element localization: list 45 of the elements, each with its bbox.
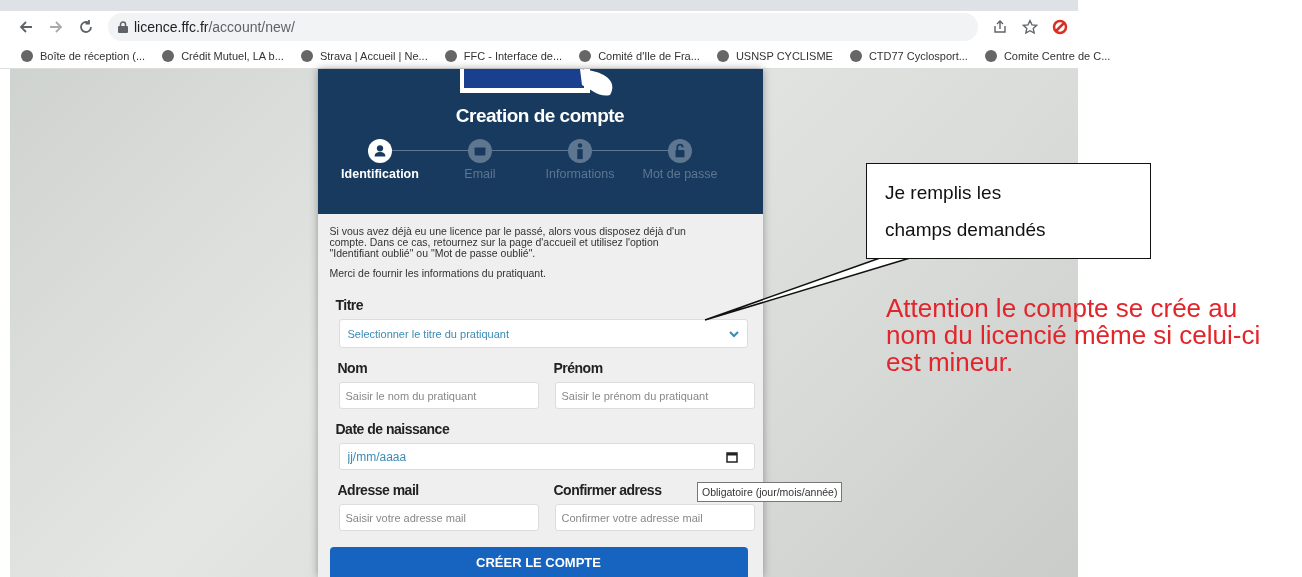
- reload-icon[interactable]: [78, 19, 94, 36]
- field-label: Prénom: [553, 360, 603, 376]
- bookmark[interactable]: Strava | Accueil | Ne...: [299, 48, 428, 63]
- bookmark[interactable]: Comite Centre de C...: [983, 48, 1111, 63]
- intro-text: Si vous avez déjà eu une licence par le passé, alors vous disposez déjà d'un compte. Dans ce cas, retournez sur la page d'accueil et utilisez l'option "Identifiant oublié" ou "Mot de passe oublié".: [329, 226, 687, 259]
- callout-text: champs demandés: [885, 218, 1047, 242]
- warning-text: Attention le compte se crée au nom du licencié même si celui-ci est mineur.: [886, 295, 1262, 376]
- text-field[interactable]: Saisir le nom du pratiquant: [338, 382, 539, 409]
- field-label: Date de naissance: [335, 421, 450, 437]
- favicon-icon: [299, 48, 314, 63]
- field-label: Adresse mail: [337, 482, 419, 498]
- star-icon[interactable]: [1022, 19, 1038, 36]
- extension-icon[interactable]: [1052, 19, 1068, 36]
- calendar-icon[interactable]: [725, 451, 738, 463]
- text-field[interactable]: Confirmer votre adresse mail: [554, 504, 755, 531]
- tooltip: Obligatoire (jour/mois/année): [697, 482, 843, 502]
- instruction-text: Merci de fournir les informations du pratiquant.: [329, 267, 548, 279]
- create-account-button[interactable]: CRÉER LE COMPTE: [329, 547, 748, 577]
- text-field[interactable]: Saisir votre adresse mail: [338, 504, 539, 531]
- field-label: Titre: [335, 297, 364, 313]
- favicon-icon: [715, 48, 730, 63]
- bookmark[interactable]: FFC - Interface de...: [443, 48, 563, 63]
- address-bar[interactable]: licence.ffc.fr/account/new/: [108, 13, 978, 42]
- bookmark[interactable]: USNSP CYCLISME: [715, 48, 833, 63]
- title-dropdown[interactable]: Selectionner le titre du pratiquant: [338, 319, 748, 348]
- field-label: Confirmer adress: [553, 482, 662, 498]
- lock-icon: [118, 21, 128, 34]
- bookmark[interactable]: Crédit Mutuel, LA b...: [161, 48, 284, 63]
- date-field[interactable]: jj/mm/aaaa: [338, 443, 755, 470]
- favicon-icon: [848, 48, 863, 63]
- step-tab[interactable]: Identification: [330, 139, 430, 181]
- bookmark[interactable]: Comité d'Ile de Fra...: [578, 48, 700, 63]
- share-icon[interactable]: [992, 19, 1008, 36]
- bookmark[interactable]: CTD77 Cyclosport...: [848, 48, 968, 63]
- callout-text: Je remplis les: [885, 181, 1003, 205]
- chevron-icon: [728, 329, 739, 338]
- text-field[interactable]: Saisir le prénom du pratiquant: [554, 382, 755, 409]
- favicon-icon: [161, 48, 176, 63]
- favicon-icon: [20, 48, 34, 63]
- field-label: Nom: [337, 360, 368, 376]
- favicon-icon: [443, 48, 458, 63]
- favicon-icon: [983, 48, 998, 63]
- form-title: Creation de compte: [455, 105, 625, 127]
- favicon-icon: [578, 48, 593, 63]
- bookmark[interactable]: Boîte de réception (...: [20, 48, 146, 63]
